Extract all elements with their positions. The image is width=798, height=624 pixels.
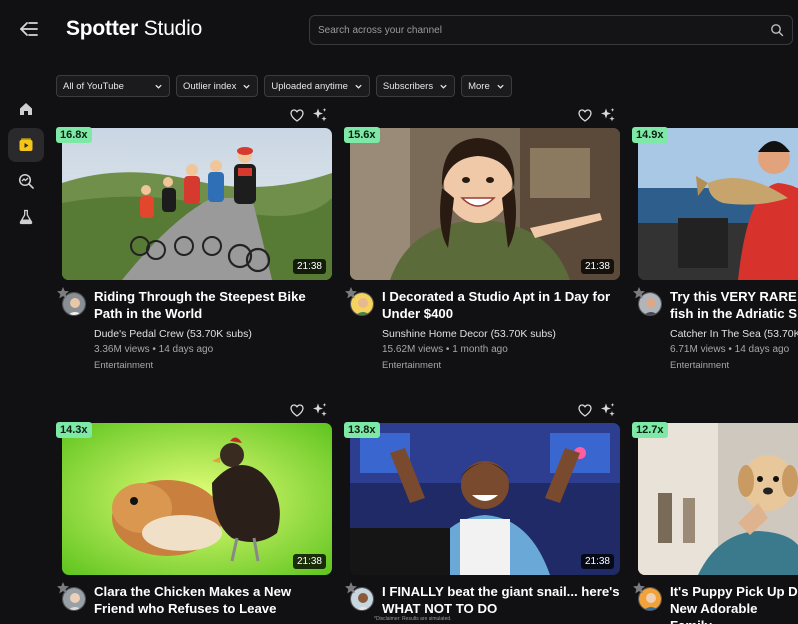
decor-thumbnail-image bbox=[350, 128, 620, 280]
video-card[interactable]: 13.8x 21:38 I FINALLY beat the giant sna… bbox=[344, 401, 620, 624]
video-title[interactable]: I FINALLY beat the giant snail... here's… bbox=[382, 583, 622, 617]
video-title[interactable]: Try this VERY RARE fish in the Adriatic … bbox=[670, 288, 798, 322]
puppy-thumbnail-image bbox=[638, 423, 798, 575]
heart-icon[interactable] bbox=[290, 108, 304, 122]
outlier-badge: 12.7x bbox=[632, 422, 668, 438]
video-card[interactable]: 14.9x Try this VERY RARE fish in the Adr… bbox=[632, 106, 798, 378]
card-actions bbox=[578, 401, 616, 419]
view-count: 6.71M views bbox=[670, 344, 726, 355]
video-card[interactable]: 15.6x 21:38 I Decorated a Studio Apt in … bbox=[344, 106, 620, 378]
outlier-badge: 14.3x bbox=[56, 422, 92, 438]
upload-age: 1 month ago bbox=[452, 344, 508, 355]
heart-icon[interactable] bbox=[290, 403, 304, 417]
outlier-badge: 13.8x bbox=[344, 422, 380, 438]
upload-age: 14 days ago bbox=[734, 344, 790, 355]
star-icon bbox=[633, 287, 645, 299]
card-actions bbox=[290, 401, 328, 419]
video-card[interactable]: 12.7x It's Puppy Pick Up D New Adorable bbox=[632, 401, 798, 624]
star-icon bbox=[633, 582, 645, 594]
video-category: Entertainment bbox=[670, 360, 730, 371]
video-category: Entertainment bbox=[94, 360, 154, 371]
video-title[interactable]: Riding Through the Steepest Bike Path in… bbox=[94, 288, 334, 322]
video-category: Entertainment bbox=[382, 360, 442, 371]
video-thumbnail[interactable]: 21:38 bbox=[62, 423, 332, 575]
sparkles-icon[interactable] bbox=[312, 107, 328, 123]
star-icon bbox=[345, 287, 357, 299]
video-duration: 21:38 bbox=[580, 259, 614, 274]
channel-info[interactable]: Dude's Pedal Crew (53.70K subs) bbox=[94, 328, 252, 340]
gamer-thumbnail-image bbox=[350, 423, 620, 575]
video-title[interactable]: It's Puppy Pick Up D New Adorable Family bbox=[670, 583, 798, 624]
sparkles-icon[interactable] bbox=[312, 402, 328, 418]
subscriber-count: (53.70K bbox=[763, 328, 798, 340]
video-duration: 21:38 bbox=[292, 259, 326, 274]
view-count: 15.62M views bbox=[382, 344, 444, 355]
video-card[interactable]: 14.3x 21:38 Clara the Chicken Makes a Ne… bbox=[56, 401, 332, 624]
video-title[interactable]: Clara the Chicken Makes a New Friend who… bbox=[94, 583, 334, 617]
video-stats: 6.71M views • 14 days ago bbox=[670, 344, 790, 355]
sparkles-icon[interactable] bbox=[600, 402, 616, 418]
upload-age: 14 days ago bbox=[158, 344, 214, 355]
view-count: 3.36M views bbox=[94, 344, 150, 355]
channel-name: Sunshine Home Decor bbox=[382, 328, 488, 340]
subscriber-count: (53.70K subs) bbox=[490, 328, 556, 340]
heart-icon[interactable] bbox=[578, 108, 592, 122]
chicken-guinea-pig-thumbnail-image bbox=[62, 423, 332, 575]
channel-name: Catcher In The Sea bbox=[670, 328, 761, 340]
video-thumbnail[interactable]: 21:38 bbox=[350, 423, 620, 575]
star-icon bbox=[345, 582, 357, 594]
heart-icon[interactable] bbox=[578, 403, 592, 417]
fishing-thumbnail-image bbox=[638, 128, 798, 280]
outlier-badge: 16.8x bbox=[56, 127, 92, 143]
video-stats: 3.36M views • 14 days ago bbox=[94, 344, 214, 355]
subscriber-count: (53.70K subs) bbox=[186, 328, 252, 340]
video-title[interactable]: I Decorated a Studio Apt in 1 Day for Un… bbox=[382, 288, 622, 322]
sparkles-icon[interactable] bbox=[600, 107, 616, 123]
outlier-badge: 15.6x bbox=[344, 127, 380, 143]
disclaimer-text: *Disclaimer: Results are simulated. bbox=[374, 616, 452, 622]
cyclists-thumbnail-image bbox=[62, 128, 332, 280]
outlier-badge: 14.9x bbox=[632, 127, 668, 143]
channel-info[interactable]: Catcher In The Sea (53.70K bbox=[670, 328, 798, 340]
video-card[interactable]: 16.8x 21:38 Riding Through the Steepest … bbox=[56, 106, 332, 378]
video-thumbnail[interactable]: 21:38 bbox=[62, 128, 332, 280]
video-thumbnail[interactable] bbox=[638, 423, 798, 575]
video-grid: 16.8x 21:38 Riding Through the Steepest … bbox=[0, 0, 798, 624]
card-actions bbox=[290, 106, 328, 124]
star-icon bbox=[57, 287, 69, 299]
video-duration: 21:38 bbox=[292, 554, 326, 569]
channel-info[interactable]: Sunshine Home Decor (53.70K subs) bbox=[382, 328, 556, 340]
video-stats: 15.62M views • 1 month ago bbox=[382, 344, 508, 355]
video-thumbnail[interactable]: 21:38 bbox=[350, 128, 620, 280]
video-thumbnail[interactable] bbox=[638, 128, 798, 280]
card-actions bbox=[578, 106, 616, 124]
channel-name: Dude's Pedal Crew bbox=[94, 328, 184, 340]
star-icon bbox=[57, 582, 69, 594]
video-duration: 21:38 bbox=[580, 554, 614, 569]
